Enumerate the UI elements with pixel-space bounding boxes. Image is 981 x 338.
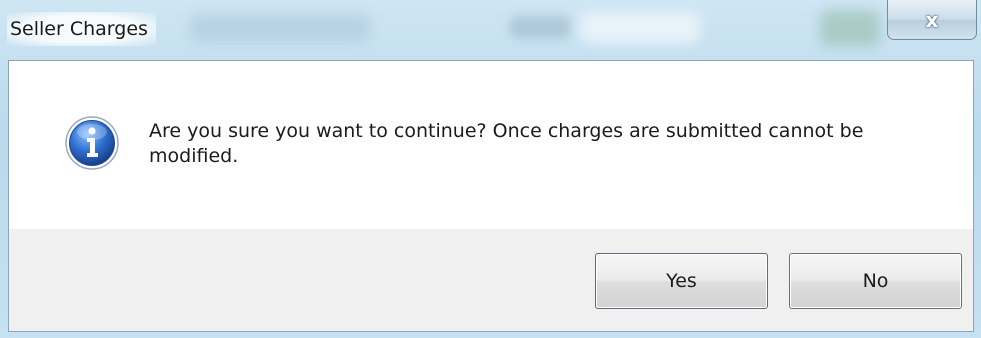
no-button[interactable]: No: [789, 253, 962, 309]
message-box: Are you sure you want to continue? Once …: [8, 60, 974, 332]
info-icon: [65, 116, 119, 170]
window-title: Seller Charges: [7, 12, 156, 46]
close-button[interactable]: x: [887, 0, 977, 40]
dialog-window: Seller Charges x Are you sure you want t…: [0, 0, 981, 338]
yes-button[interactable]: Yes: [595, 253, 768, 309]
content-area: Are you sure you want to continue? Once …: [9, 61, 973, 229]
title-bar[interactable]: Seller Charges x: [0, 0, 981, 60]
dialog-message: Are you sure you want to continue? Once …: [149, 120, 864, 167]
close-icon: x: [925, 7, 939, 32]
button-bar: Yes No: [9, 229, 973, 331]
